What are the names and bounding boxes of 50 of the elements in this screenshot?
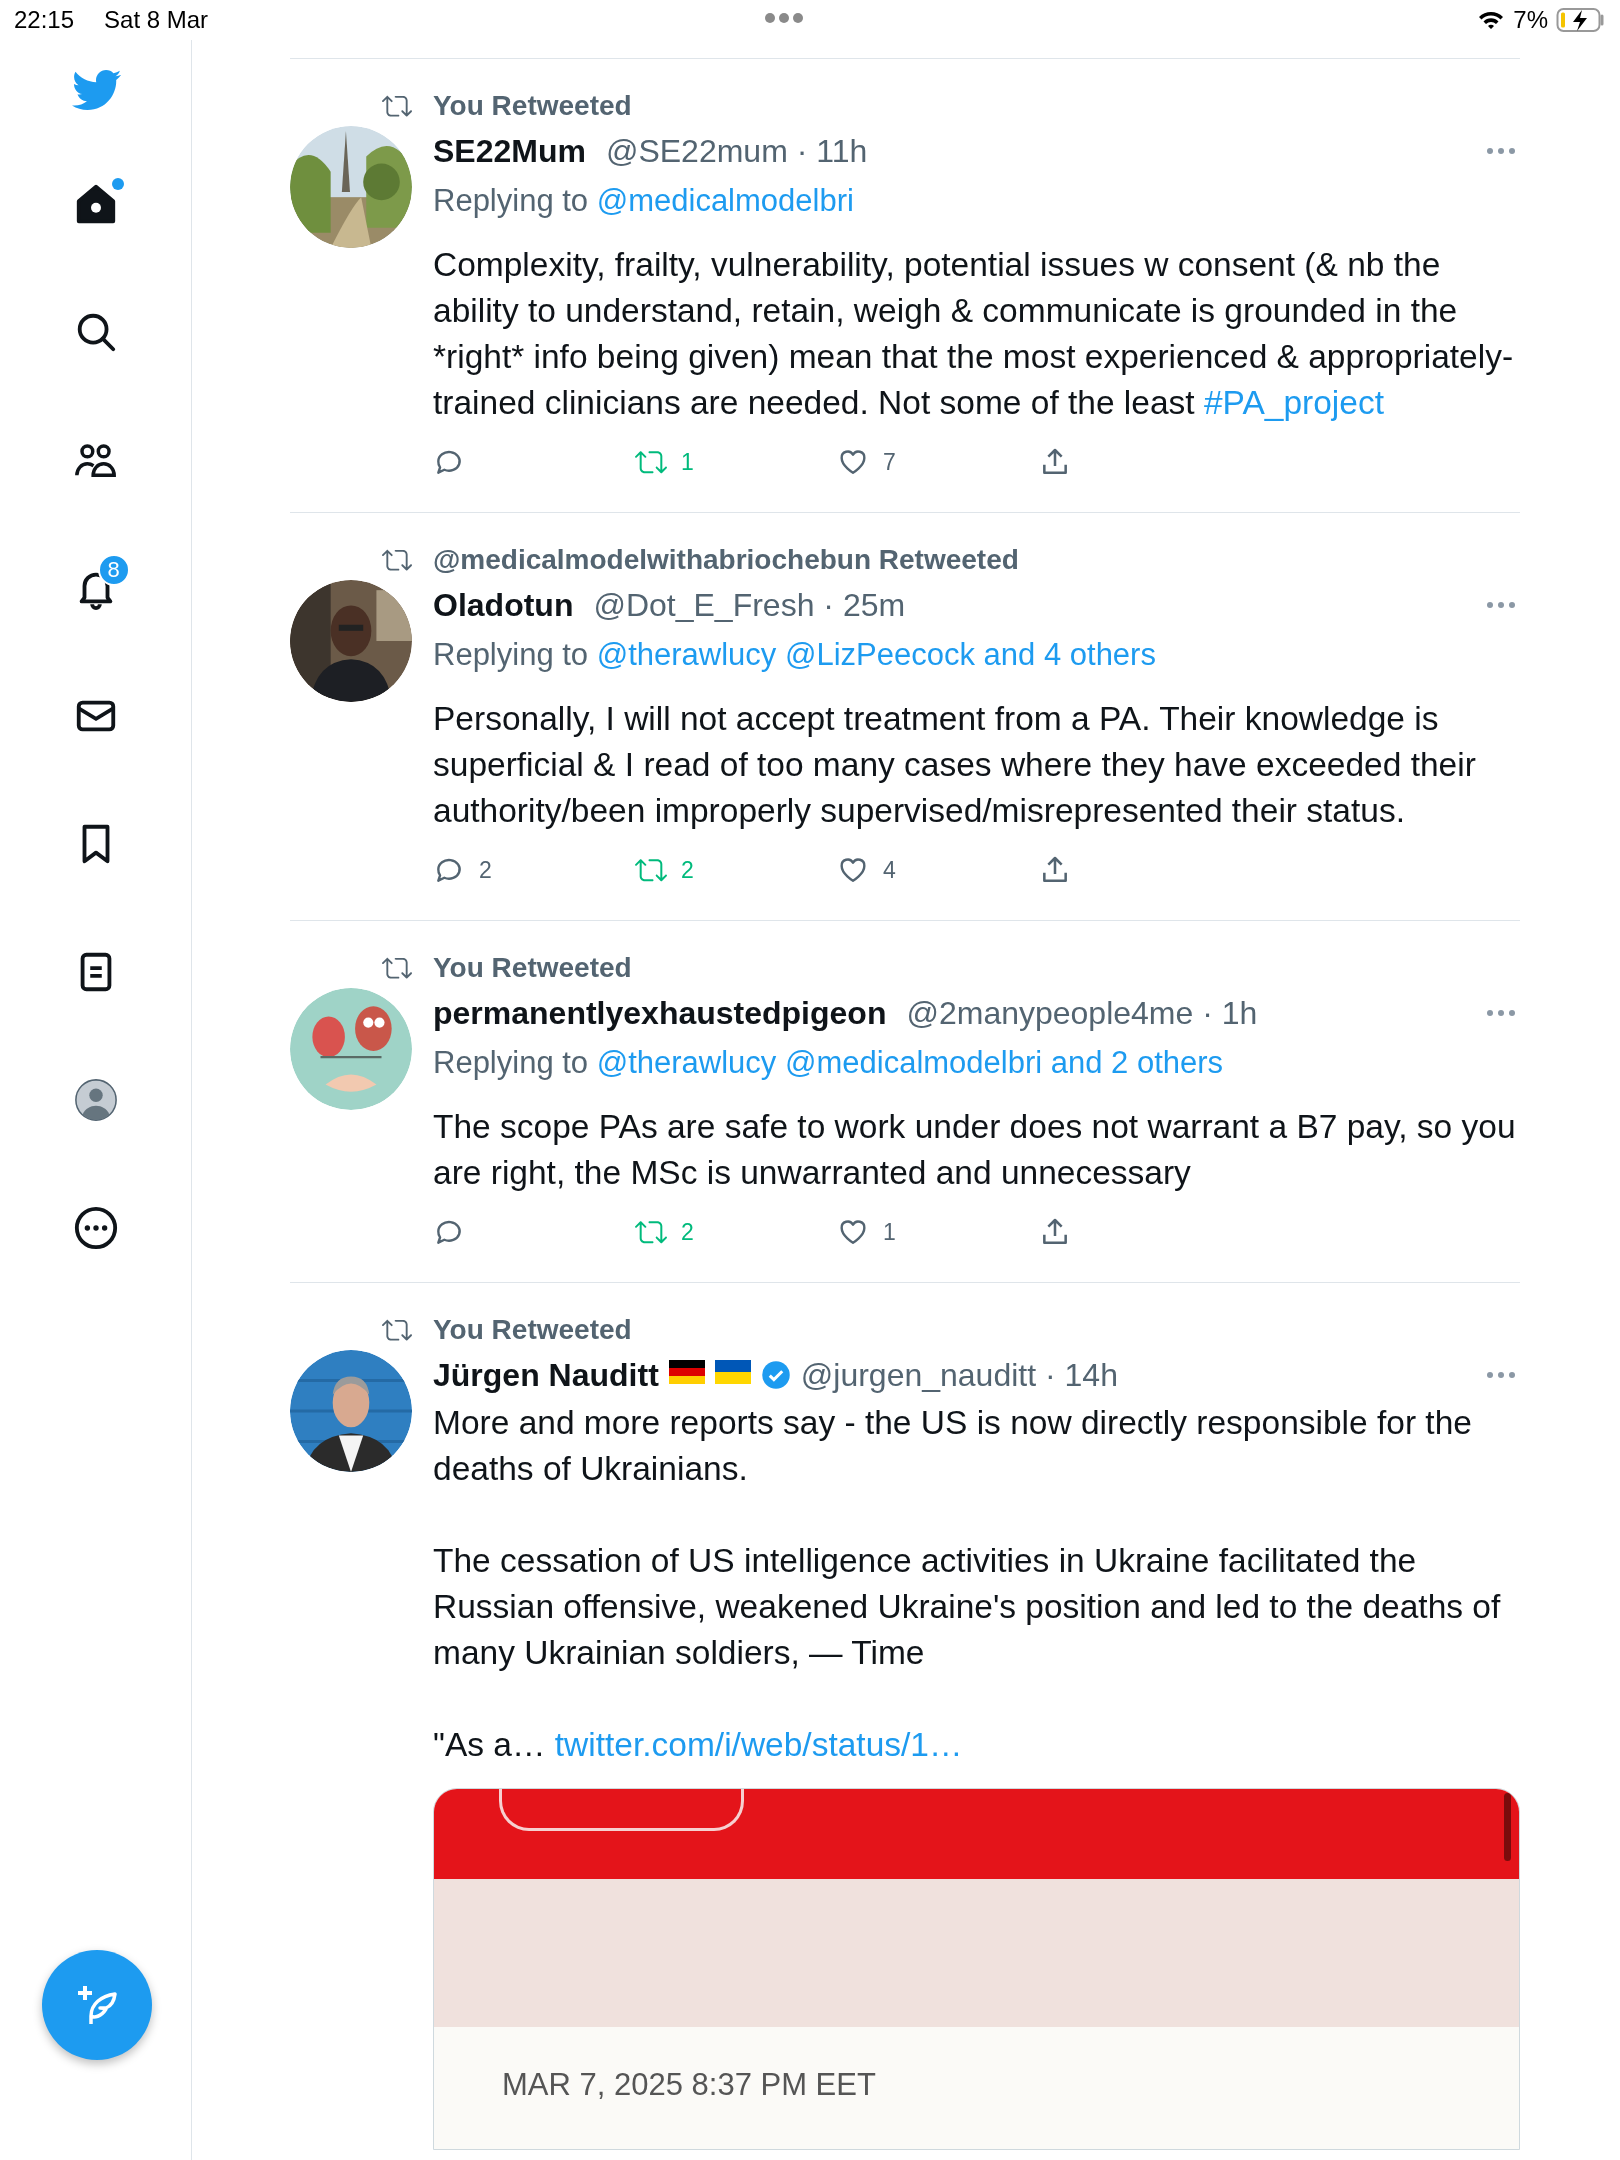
reply-context: Replying to @therawlucy @LizPeecock and 4 others	[433, 636, 1157, 674]
more-icon[interactable]	[1486, 147, 1516, 155]
reply-context: Replying to @therawlucy @medicalmodelbri and 2 others	[433, 1044, 1225, 1082]
article-date: MAR 7, 2025 8:37 PM EET	[502, 2067, 876, 2102]
multitasking-handle[interactable]	[764, 12, 804, 24]
action-count: 1	[883, 1218, 896, 1246]
retweet-context: You Retweeted	[433, 90, 632, 122]
retweet-context: You Retweeted	[433, 952, 632, 984]
handle-and-time: @2manypeople4me · 1h	[906, 994, 1258, 1032]
notification-badge: 8	[97, 554, 130, 586]
action-count: 4	[883, 856, 896, 884]
action-count: 7	[883, 448, 896, 476]
author-name[interactable]: Oladotun	[433, 586, 574, 624]
author-name[interactable]: Jürgen Nauditt	[433, 1356, 659, 1394]
tweet-text: Personally, I will not accept treatment from a PA. Their knowledge is superficial & I read of too many cases where they have exceeded their authority/been improperly supervised/misrepresented their status.	[433, 699, 1477, 831]
author-name[interactable]: SE22Mum	[433, 132, 586, 170]
tweet-text: "As a… twitter.com/i/web/status/1…	[433, 1725, 964, 1765]
date: Sat 8 Mar	[104, 6, 209, 34]
retweet-context: @medicalmodelwithabriochebun Retweeted	[433, 544, 1019, 576]
nav-item[interactable]: 8	[45, 524, 146, 652]
tweet-text: The scope PAs are safe to work under does not warrant a B7 pay, so you are right, the MSc is unwarranted and unnecessary	[433, 1107, 1517, 1193]
clock: 22:15	[14, 6, 75, 34]
flag-icon	[668, 1360, 705, 1384]
retweet-context: You Retweeted	[433, 1314, 632, 1346]
tweet-text: The cessation of US intelligence activities in Ukraine facilitated the Russian offensive, weakened Ukraine's position and led to the deaths of many Ukrainian soldiers, — Time	[433, 1541, 1502, 1673]
handle-and-time: @Dot_E_Fresh · 25m	[593, 586, 906, 624]
action-count: 2	[681, 1218, 694, 1246]
battery-icon	[1556, 7, 1606, 33]
flag-icon	[714, 1360, 751, 1384]
action-count: 2	[681, 856, 694, 884]
author-name[interactable]: permanentlyexhaustedpigeon	[433, 994, 887, 1032]
handle-and-time: @jurgen_nauditt · 14h	[800, 1356, 1118, 1394]
link[interactable]: twitter.com/i/web/status/1…	[554, 1726, 963, 1763]
mention-link[interactable]: @therawlucy @LizPeecock and 4 others	[596, 637, 1156, 672]
more-icon[interactable]	[1486, 1009, 1516, 1017]
link[interactable]: #PA_project	[1203, 384, 1384, 421]
more-icon[interactable]	[1486, 601, 1516, 609]
action-count: 2	[479, 856, 492, 884]
battery-percentage: 7%	[1513, 6, 1548, 34]
mention-link[interactable]: @medicalmodelbri	[596, 183, 854, 218]
mention-link[interactable]: @therawlucy @medicalmodelbri and 2 others	[596, 1045, 1224, 1080]
action-count: 1	[681, 448, 694, 476]
reply-context: Replying to @medicalmodelbri	[433, 182, 855, 220]
tweet-text: More and more reports say - the US is now directly responsible for the deaths of Ukrainians.	[433, 1403, 1473, 1489]
tweet-text: Complexity, frailty, vulnerability, potential issues w consent (& nb the ability to understand, retain, weigh & communicate is grounded in the *right* info being given) mean that the most experienced & appropriately-trained clinicians are needed. Not some of the least #PA_project	[433, 245, 1515, 423]
handle-and-time: @SE22mum · 11h	[605, 132, 868, 170]
scrollbar	[1504, 1793, 1511, 1861]
wifi-icon	[1477, 9, 1506, 31]
more-icon[interactable]	[1486, 1371, 1516, 1379]
compose-button[interactable]	[42, 1950, 152, 2060]
